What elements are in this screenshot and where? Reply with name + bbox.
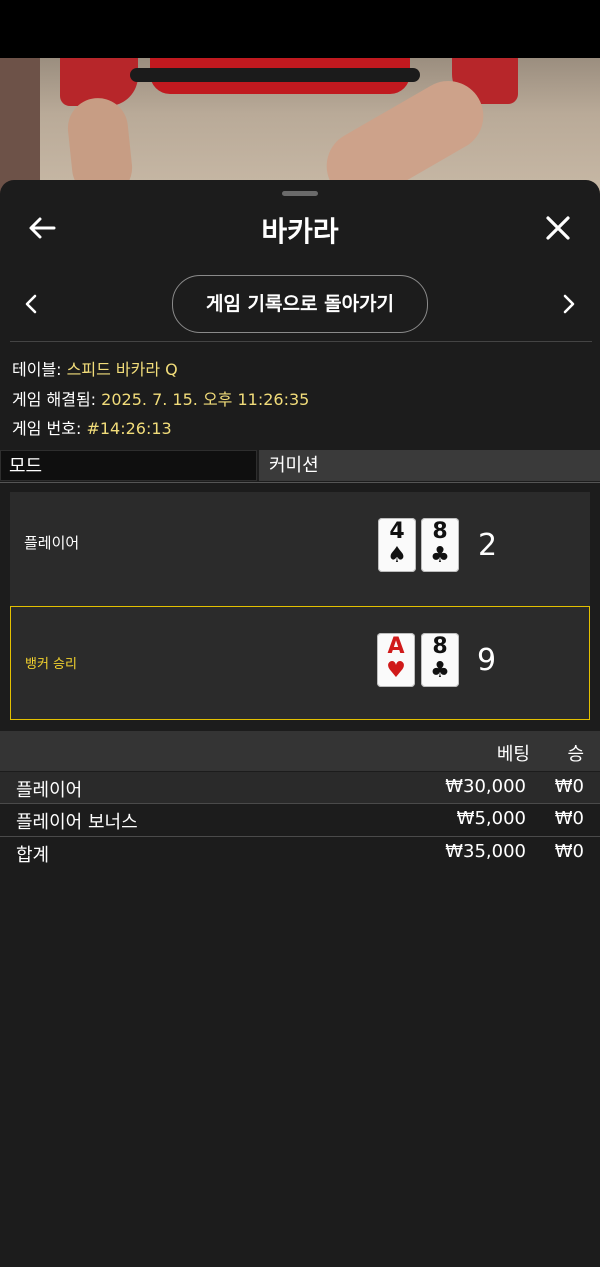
player-score: 2 bbox=[478, 528, 498, 563]
card-rank: A bbox=[387, 634, 405, 659]
status-bar bbox=[0, 0, 600, 58]
heart-icon: ♥ bbox=[386, 658, 406, 683]
playing-card: 8 ♣ bbox=[421, 633, 459, 687]
player-hand-label: 플레이어 bbox=[24, 534, 80, 552]
bet-amount: ₩5,000 bbox=[456, 808, 526, 829]
win-amount: ₩0 bbox=[554, 808, 584, 829]
game-number-info: 게임 번호: #14:26:13 bbox=[12, 415, 172, 439]
divider bbox=[10, 341, 592, 342]
win-amount: ₩0 bbox=[554, 841, 584, 862]
spade-icon: ♠ bbox=[387, 543, 407, 568]
chevron-right-icon[interactable] bbox=[558, 290, 580, 318]
table-rail bbox=[130, 68, 420, 82]
banker-win-label: 뱅커 승리 bbox=[25, 657, 77, 672]
card-rank: 8 bbox=[432, 634, 448, 659]
resolved-value: 2025. 7. 15. 오후 11:26:35 bbox=[101, 390, 310, 409]
banker-hand-row: 뱅커 승리 A ♥ 8 ♣ 9 bbox=[10, 606, 590, 720]
bet-name: 플레이어 bbox=[16, 780, 83, 801]
live-dealer-video bbox=[0, 58, 600, 198]
table-row: 플레이어 보너스 ₩5,000 ₩0 bbox=[0, 804, 600, 836]
dealer-hair bbox=[0, 58, 40, 198]
table-label: 테이블: bbox=[12, 360, 62, 379]
page-title: 바카라 bbox=[261, 215, 339, 248]
resolved-label: 게임 해결됨: bbox=[12, 390, 97, 409]
table-row: 플레이어 ₩30,000 ₩0 bbox=[0, 772, 600, 804]
bet-amount: ₩35,000 bbox=[445, 841, 526, 862]
table-row-total: 합계 ₩35,000 ₩0 bbox=[0, 837, 600, 869]
bet-name: 플레이어 보너스 bbox=[16, 812, 138, 833]
win-amount: ₩0 bbox=[554, 776, 584, 797]
close-icon[interactable] bbox=[542, 212, 574, 244]
playing-card: 4 ♠ bbox=[378, 518, 416, 572]
game-number-label: 게임 번호: bbox=[12, 419, 82, 438]
club-icon: ♣ bbox=[430, 543, 450, 568]
game-number-value: #14:26:13 bbox=[86, 419, 172, 438]
game-history-sheet: 바카라 게임 기록으로 돌아가기 테이블: 스피드 바카라 Q 게임 해결됨: … bbox=[0, 180, 600, 1267]
drag-handle[interactable] bbox=[282, 191, 318, 196]
column-header-bet: 베팅 bbox=[496, 744, 530, 765]
playing-card: 8 ♣ bbox=[421, 518, 459, 572]
bets-table-header: 베팅 승 bbox=[0, 731, 600, 771]
divider bbox=[0, 482, 600, 483]
player-hand-row: 플레이어 4 ♠ 8 ♣ 2 bbox=[10, 492, 590, 606]
back-to-history-button[interactable]: 게임 기록으로 돌아가기 bbox=[172, 275, 428, 333]
chevron-left-icon[interactable] bbox=[20, 290, 42, 318]
bet-amount: ₩30,000 bbox=[445, 776, 526, 797]
mode-label: 모드 bbox=[0, 450, 257, 481]
card-rank: 8 bbox=[432, 519, 448, 544]
bet-name: 합계 bbox=[16, 845, 50, 866]
column-header-win: 승 bbox=[567, 744, 584, 765]
card-rank: 4 bbox=[389, 519, 405, 544]
table-info: 테이블: 스피드 바카라 Q bbox=[12, 356, 178, 380]
mode-value: 커미션 bbox=[259, 450, 600, 481]
resolved-info: 게임 해결됨: 2025. 7. 15. 오후 11:26:35 bbox=[12, 386, 309, 410]
table-value: 스피드 바카라 Q bbox=[66, 360, 178, 379]
banker-score: 9 bbox=[477, 643, 497, 678]
club-icon: ♣ bbox=[430, 658, 450, 683]
playing-card: A ♥ bbox=[377, 633, 415, 687]
mode-row: 모드 커미션 bbox=[0, 450, 600, 483]
